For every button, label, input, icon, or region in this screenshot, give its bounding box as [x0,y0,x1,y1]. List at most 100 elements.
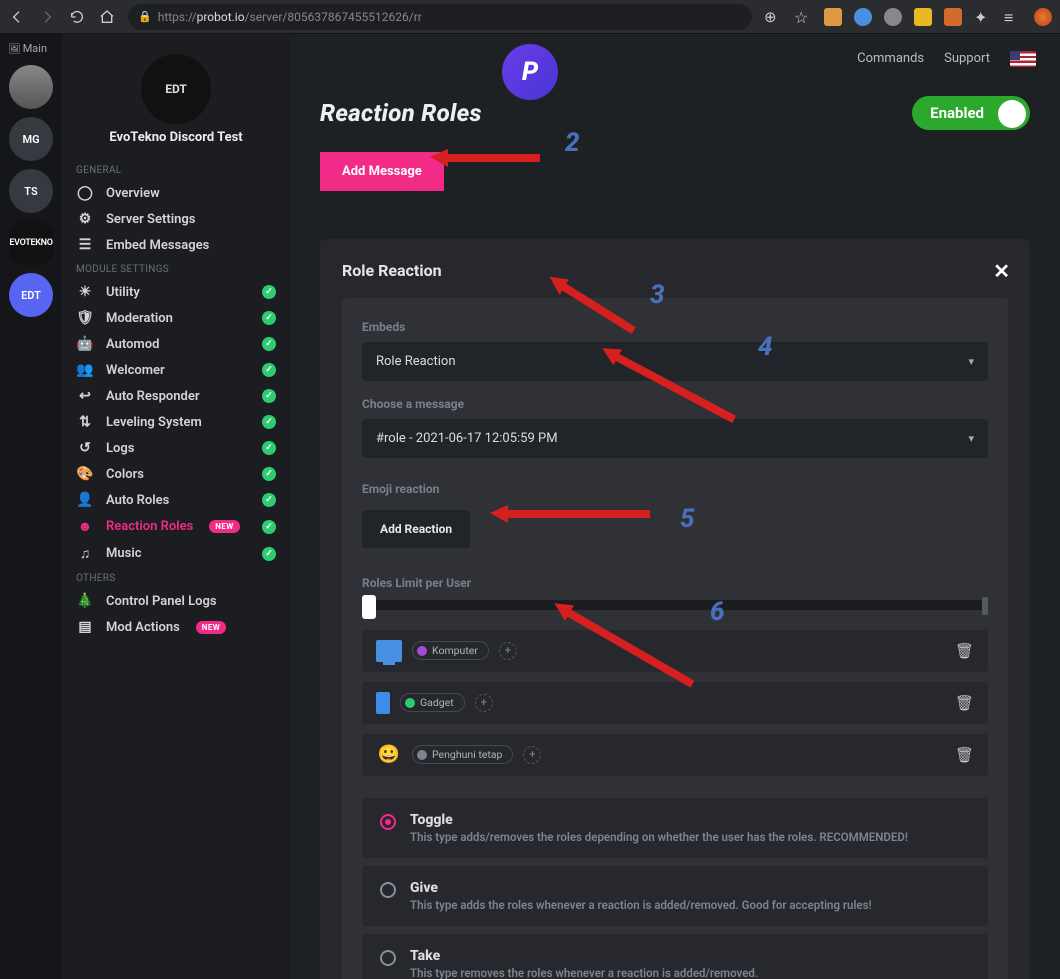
role-name: Gadget [420,696,454,709]
role-pill[interactable]: Komputer [412,641,489,660]
roles-limit-slider[interactable] [362,600,988,610]
role-type-option[interactable]: Take This type removes the roles wheneve… [362,934,988,979]
sidebar-item-mod-actions[interactable]: ▤Mod ActionsNEW [62,614,290,640]
reload-button[interactable] [68,8,86,26]
section-general: GENERAL [62,159,290,180]
nav-support[interactable]: Support [944,51,990,66]
extension-tray: ⊕ ☆ ✦ ≡ [764,8,1052,26]
radio-icon[interactable] [380,814,396,830]
star-icon[interactable]: ☆ [794,8,812,26]
sidebar-item-overview[interactable]: ◯Overview [62,180,290,206]
profile-avatar[interactable] [1034,8,1052,26]
server-chip-4[interactable]: EDT [9,273,53,317]
playlist-icon[interactable]: ≡ [1004,8,1022,26]
ext-icon-1[interactable] [824,8,842,26]
type-title: Toggle [410,812,908,828]
role-name: Komputer [432,644,478,657]
trash-icon[interactable]: 🗑 [955,642,974,660]
close-icon[interactable]: ✕ [993,259,1010,283]
nav-label: Logs [106,441,134,456]
nav-label: Automod [106,337,159,352]
monitor-icon [376,640,402,662]
add-role-button[interactable]: + [475,694,493,712]
type-desc: This type adds/removes the roles dependi… [410,830,908,844]
role-pill[interactable]: Penghuni tetap [412,745,513,764]
main-pane: P Commands Support Reaction Roles Enable… [290,34,1060,979]
trash-icon[interactable]: 🗑 [955,746,974,764]
nav-label: Welcomer [106,363,165,378]
sidebar-item-moderation[interactable]: 🛡Moderation✓ [62,305,290,331]
check-icon: ✓ [262,389,276,403]
zoom-icon[interactable]: ⊕ [764,8,782,26]
trash-icon[interactable]: 🗑 [955,694,974,712]
emoji-reaction-label: Emoji reaction [362,482,988,496]
radio-icon[interactable] [380,882,396,898]
nav-icon: ⚙ [76,211,94,227]
add-reaction-button[interactable]: Add Reaction [362,510,470,548]
nav-label: Leveling System [106,415,202,430]
role-name: Penghuni tetap [432,748,502,761]
nav-commands[interactable]: Commands [857,51,924,66]
type-desc: This type adds the roles whenever a reac… [410,898,872,912]
roles-limit-label: Roles Limit per User [362,576,988,590]
sidebar-item-leveling-system[interactable]: ⇅Leveling System✓ [62,409,290,435]
chevron-down-icon: ▾ [968,432,974,445]
radio-icon[interactable] [380,950,396,966]
slider-max-mark [982,597,988,615]
role-color-dot [417,646,427,656]
ext-icon-2[interactable] [854,8,872,26]
embeds-select[interactable]: Role Reaction▾ [362,342,988,381]
sidebar-item-music[interactable]: ♫Music✓ [62,540,290,567]
nav-label: Embed Messages [106,238,209,253]
sidebar-item-reaction-roles[interactable]: ☻Reaction RolesNEW✓ [62,513,290,540]
annotation-2: 2 [565,128,580,158]
annotation-6: 6 [710,597,725,627]
sidebar-item-utility[interactable]: ☀Utility✓ [62,279,290,305]
home-button[interactable] [98,8,116,26]
check-icon: ✓ [262,363,276,377]
server-avatar[interactable]: EDT [141,54,211,124]
sidebar-item-welcomer[interactable]: 👥Welcomer✓ [62,357,290,383]
sidebar-item-control-panel-logs[interactable]: 🎄Control Panel Logs [62,588,290,614]
sidebar-item-automod[interactable]: 🤖Automod✓ [62,331,290,357]
page-title: Reaction Roles [320,99,482,127]
sidebar-item-auto-responder[interactable]: ↩Auto Responder✓ [62,383,290,409]
locale-flag-us[interactable] [1010,51,1036,67]
check-icon: ✓ [262,493,276,507]
check-icon: ✓ [262,467,276,481]
nav-icon: ⇅ [76,414,94,430]
ext-icon-5[interactable] [944,8,962,26]
ext-icon-3[interactable] [884,8,902,26]
add-message-button[interactable]: Add Message [320,152,444,191]
type-title: Give [410,880,872,896]
annotation-4: 4 [758,332,773,362]
nav-icon: ▤ [76,619,94,635]
nav-label: Control Panel Logs [106,594,217,609]
enabled-toggle[interactable]: Enabled [912,96,1030,130]
sidebar-item-embed-messages[interactable]: ☰Embed Messages [62,232,290,258]
sidebar-item-colors[interactable]: 🎨Colors✓ [62,461,290,487]
role-pill[interactable]: Gadget [400,693,465,712]
nav-label: Moderation [106,311,173,326]
back-button[interactable] [8,8,26,26]
role-type-option[interactable]: Give This type adds the roles whenever a… [362,866,988,926]
role-color-dot [405,698,415,708]
server-chip-2[interactable]: TS [9,169,53,213]
embeds-label: Embeds [362,320,988,334]
choose-message-select[interactable]: #role - 2021-06-17 12:05:59 PM▾ [362,419,988,458]
nav-icon: 🛡 [76,310,94,326]
address-bar[interactable]: 🔒 https://probot.io/server/8056378674555… [128,4,752,30]
ext-icon-4[interactable] [914,8,932,26]
sidebar-item-logs[interactable]: ↺Logs✓ [62,435,290,461]
add-role-button[interactable]: + [523,746,541,764]
server-chip-3[interactable]: EVOTEKNO [9,221,53,265]
slider-thumb[interactable] [362,595,376,619]
sidebar-item-server-settings[interactable]: ⚙Server Settings [62,206,290,232]
puzzle-icon[interactable]: ✦ [974,8,992,26]
forward-button[interactable] [38,8,56,26]
role-type-option[interactable]: Toggle This type adds/removes the roles … [362,798,988,858]
server-chip-0[interactable] [9,65,53,109]
add-role-button[interactable]: + [499,642,517,660]
sidebar-item-auto-roles[interactable]: 👤Auto Roles✓ [62,487,290,513]
server-chip-1[interactable]: MG [9,117,53,161]
